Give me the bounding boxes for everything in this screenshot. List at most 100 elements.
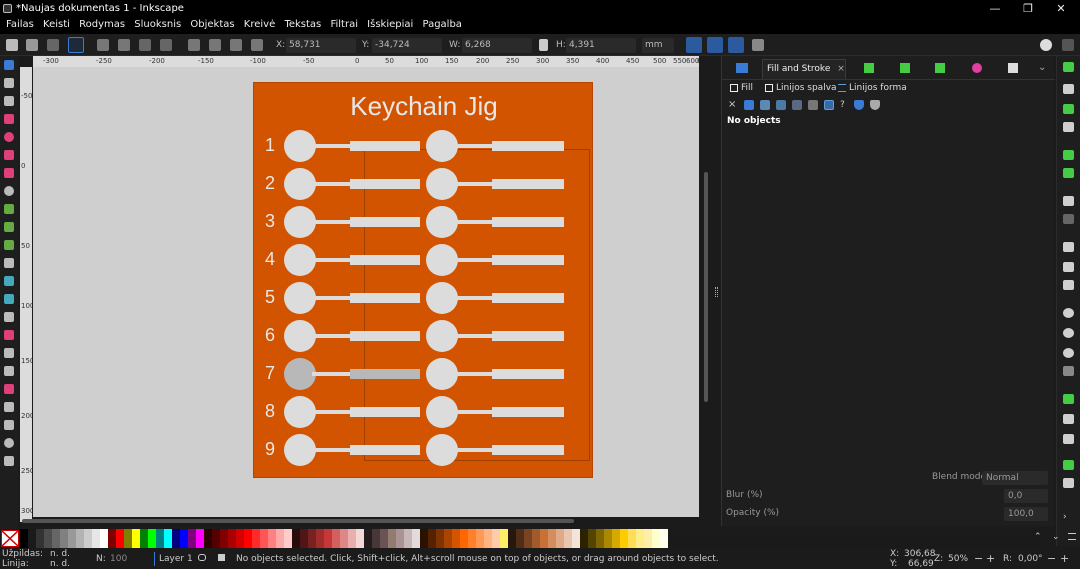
keychain-slot-neck[interactable] [312,334,352,338]
color-swatch[interactable] [60,529,68,548]
color-swatch[interactable] [428,529,436,548]
color-swatch[interactable] [340,529,348,548]
drawing-canvas[interactable]: Keychain Jig 1 2 3 4 5 6 7 8 9 [33,67,699,517]
color-swatch[interactable] [132,529,140,548]
document-page[interactable]: Keychain Jig 1 2 3 4 5 6 7 8 9 [253,82,593,478]
close-button[interactable]: ✕ [1046,0,1076,17]
color-swatch[interactable] [36,529,44,548]
calligraphy-tool-icon[interactable] [4,240,14,250]
row-number[interactable]: 6 [262,325,278,346]
color-swatch[interactable] [372,529,380,548]
color-swatch[interactable] [380,529,388,548]
fill-rule-nonzero-icon[interactable] [870,100,880,110]
color-swatch[interactable] [172,529,180,548]
keychain-slot-neck[interactable] [454,410,494,414]
color-swatch[interactable] [636,529,644,548]
color-swatch[interactable] [228,529,236,548]
maximize-button[interactable]: ❐ [1013,0,1043,17]
color-swatch[interactable] [324,529,332,548]
dropper-tool-icon[interactable] [4,312,14,322]
menu-text[interactable]: Tekstas [284,17,321,33]
menu-extensions[interactable]: Išskiepiai [367,17,413,33]
color-swatch[interactable] [244,529,252,548]
move-patterns-icon[interactable] [752,39,764,51]
color-swatch[interactable] [28,529,36,548]
zoom-drawing-icon[interactable] [1063,328,1074,338]
row-number[interactable]: 7 [262,363,278,384]
color-swatch[interactable] [116,529,124,548]
color-swatch[interactable] [364,529,372,548]
color-swatch[interactable] [52,529,60,548]
palette-swatches[interactable] [20,529,668,548]
row-number[interactable]: 2 [262,173,278,194]
save-icon[interactable] [1063,104,1074,114]
keychain-slot-neck[interactable] [454,372,494,376]
zoom-selection-icon[interactable] [1063,308,1074,318]
color-swatch[interactable] [452,529,460,548]
panel-resize-handle[interactable] [715,287,718,297]
h-field[interactable]: 4,391 [566,38,636,53]
keychain-slot-bar[interactable] [492,369,564,379]
w-field[interactable]: 6,268 [462,38,532,53]
subtab-stroke-style[interactable]: Linijos forma [849,83,907,93]
zoom-page-icon[interactable] [1063,348,1074,358]
duplicate-icon[interactable] [1063,394,1074,404]
color-swatch[interactable] [68,529,76,548]
tab-fill-and-stroke[interactable]: Fill and Stroke × [762,59,846,79]
zoom-out-icon[interactable]: − [974,552,983,565]
keychain-slot-neck[interactable] [454,448,494,452]
color-swatch[interactable] [460,529,468,548]
keychain-slot-bar[interactable] [350,255,420,265]
color-swatch[interactable] [564,529,572,548]
symbols-icon[interactable] [972,63,982,73]
rotate-cw-icon[interactable] [118,39,130,51]
tab-close-icon[interactable]: × [837,64,845,74]
keychain-slot-bar[interactable] [350,141,420,151]
tweak-tool-icon[interactable] [4,96,14,106]
x-field[interactable]: 58,731 [286,38,356,53]
blur-field[interactable]: 0,0 [1004,489,1048,503]
row-number[interactable]: 9 [262,439,278,460]
align-icon[interactable] [900,63,910,73]
rotate-plus-icon[interactable]: + [1060,552,1069,565]
color-swatch[interactable] [524,529,532,548]
redo-icon[interactable] [1063,214,1074,224]
color-swatch[interactable] [92,529,100,548]
select-all-icon[interactable] [6,39,18,51]
color-swatch[interactable] [204,529,212,548]
menu-view[interactable]: Rodymas [79,17,125,33]
pattern-icon[interactable] [808,100,818,110]
snap-icon[interactable] [1040,39,1052,51]
keychain-slot-bar[interactable] [350,217,420,227]
vertical-scrollbar[interactable] [704,172,708,402]
color-swatch[interactable] [644,529,652,548]
zoom-center-page-icon[interactable] [1063,366,1074,376]
unit-select[interactable]: mm [642,38,674,53]
color-swatch[interactable] [220,529,228,548]
pages-tool-icon[interactable] [4,456,14,466]
print-icon[interactable] [1063,122,1074,132]
color-swatch[interactable] [332,529,340,548]
mesh-tool-icon[interactable] [4,294,14,304]
zoom-tool-icon[interactable] [4,438,14,448]
color-swatch[interactable] [236,529,244,548]
color-swatch[interactable] [492,529,500,548]
ellipse-tool-icon[interactable] [4,132,14,142]
keychain-slot-neck[interactable] [312,372,352,376]
color-swatch[interactable] [124,529,132,548]
group-icon[interactable] [1063,460,1074,470]
keychain-slot-bar[interactable] [492,217,564,227]
color-swatch[interactable] [148,529,156,548]
color-swatch[interactable] [612,529,620,548]
menu-file[interactable]: Failas [6,17,34,33]
menu-help[interactable]: Pagalba [422,17,461,33]
color-swatch[interactable] [316,529,324,548]
gradient-tool-icon[interactable] [4,276,14,286]
lower-to-bottom-icon[interactable] [251,39,263,51]
color-swatch[interactable] [516,529,524,548]
node-tool-icon[interactable] [4,78,14,88]
color-swatch[interactable] [76,529,84,548]
color-swatch[interactable] [108,529,116,548]
color-swatch[interactable] [156,529,164,548]
flip-horizontal-icon[interactable] [139,39,151,51]
